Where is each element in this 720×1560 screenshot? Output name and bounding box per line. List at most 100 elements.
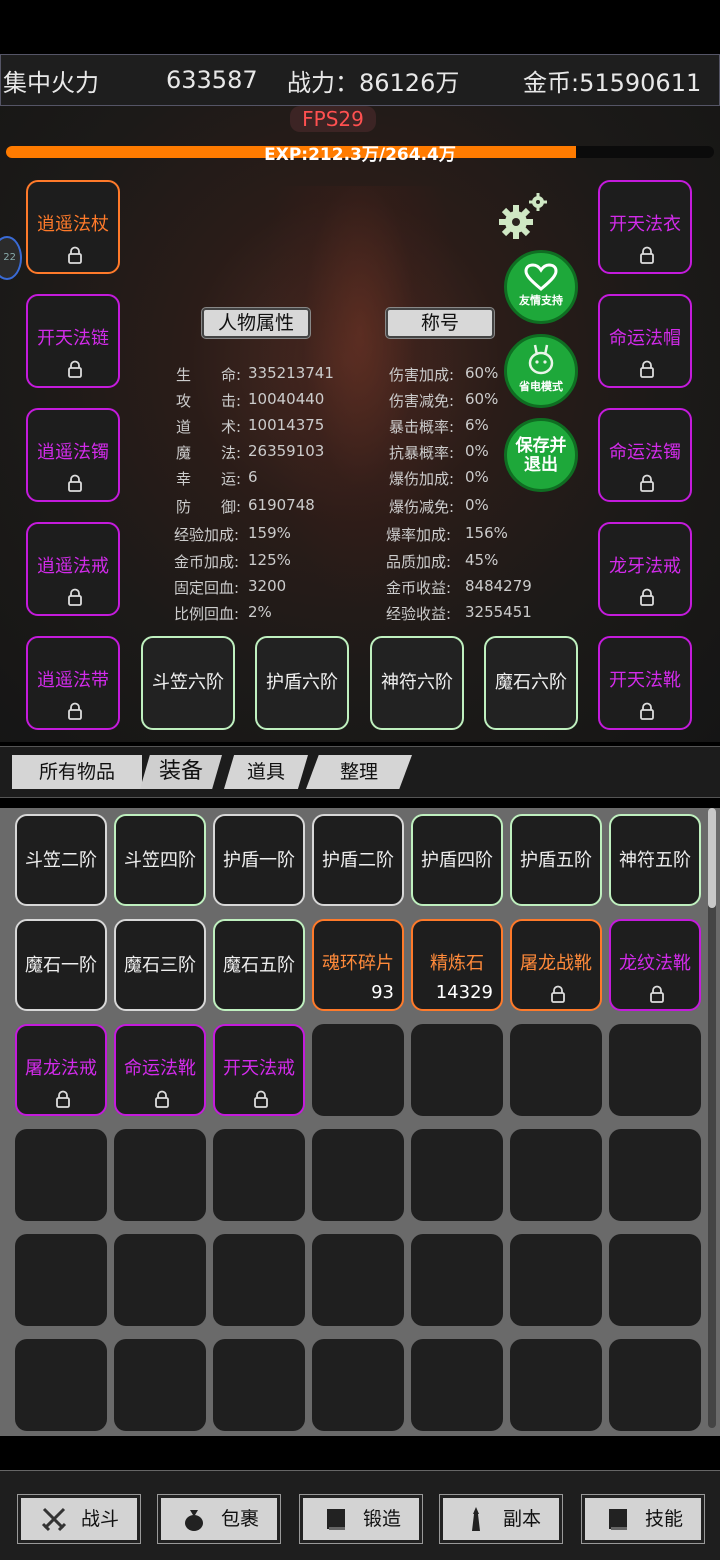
equip-slot-left-4[interactable]: 逍遥法戒 — [26, 522, 120, 616]
inventory-item[interactable]: 魔石五阶 — [213, 919, 305, 1011]
tab-sort[interactable]: 整理 — [306, 755, 412, 789]
inventory-empty-slot[interactable] — [411, 1129, 503, 1221]
stat-key: 暴击概率: — [389, 418, 455, 436]
equip-slot-right-5[interactable]: 开天法靴 — [598, 636, 692, 730]
slot-label: 龙牙法戒 — [609, 556, 681, 577]
settings-gear-icon[interactable] — [494, 190, 550, 246]
nav-battle-button[interactable]: 战斗 — [18, 1495, 140, 1543]
slot-label: 开天法靴 — [609, 670, 681, 691]
inventory-item[interactable]: 斗笠二阶 — [15, 814, 107, 906]
inventory-item[interactable]: 魔石三阶 — [114, 919, 206, 1011]
slot-label: 开天法链 — [37, 328, 109, 349]
inventory-item[interactable]: 斗笠四阶 — [114, 814, 206, 906]
inventory-empty-slot[interactable] — [114, 1234, 206, 1326]
inventory-empty-slot[interactable] — [15, 1234, 107, 1326]
nav-forge-button[interactable]: 锻造 — [300, 1495, 422, 1543]
nav-skills-button[interactable]: 技能 — [582, 1495, 704, 1543]
equip-slot-bottom-1[interactable]: 斗笠六阶 — [141, 636, 235, 730]
inventory-empty-slot[interactable] — [510, 1024, 602, 1116]
lock-icon — [68, 360, 82, 378]
side-badge[interactable]: 22 — [0, 236, 22, 280]
inventory-empty-slot[interactable] — [411, 1234, 503, 1326]
inventory-item[interactable]: 护盾四阶 — [411, 814, 503, 906]
inventory-item[interactable]: 魂环碎片 93 — [312, 919, 404, 1011]
inventory-item[interactable]: 龙纹法靴 — [609, 919, 701, 1011]
inventory-item[interactable]: 魔石一阶 — [15, 919, 107, 1011]
equip-slot-right-4[interactable]: 龙牙法戒 — [598, 522, 692, 616]
stat-row: 比例回血: 2% — [174, 603, 272, 624]
tab-all-items[interactable]: 所有物品 — [12, 755, 142, 789]
scrollbar-thumb[interactable] — [708, 808, 716, 908]
inventory-empty-slot[interactable] — [510, 1339, 602, 1431]
equip-slot-bottom-4[interactable]: 魔石六阶 — [484, 636, 578, 730]
item-label: 魔石三阶 — [124, 955, 196, 976]
stat-row: 幸 运: 6 — [176, 468, 258, 489]
inventory-empty-slot[interactable] — [609, 1234, 701, 1326]
equip-slot-left-5[interactable]: 逍遥法带 — [26, 636, 120, 730]
save-exit-button[interactable]: 保存并 退出 — [504, 418, 578, 492]
equip-slot-left-1[interactable]: 逍遥法杖 — [26, 180, 120, 274]
inventory-scrollbar[interactable] — [708, 808, 716, 1428]
attack-mode[interactable]: 集中火力 — [3, 63, 99, 98]
equip-slot-left-3[interactable]: 逍遥法镯 — [26, 408, 120, 502]
tab-props[interactable]: 道具 — [224, 755, 308, 789]
tab-title[interactable]: 称号 — [386, 308, 494, 338]
inventory-empty-slot[interactable] — [510, 1129, 602, 1221]
inventory-empty-slot[interactable] — [609, 1339, 701, 1431]
inventory-empty-slot[interactable] — [114, 1129, 206, 1221]
stat-key: 生 命: — [176, 366, 242, 384]
equip-slot-left-2[interactable]: 开天法链 — [26, 294, 120, 388]
tab-character-attributes[interactable]: 人物属性 — [202, 308, 310, 338]
inventory-item[interactable]: 命运法靴 — [114, 1024, 206, 1116]
item-label: 魔石一阶 — [25, 955, 97, 976]
stat-key: 品质加成: — [386, 553, 452, 571]
inventory-empty-slot[interactable] — [213, 1129, 305, 1221]
power-save-button[interactable]: 省电模式 — [504, 334, 578, 408]
stat-value: 0% — [465, 442, 489, 460]
inventory-empty-slot[interactable] — [15, 1339, 107, 1431]
inventory-item[interactable]: 护盾五阶 — [510, 814, 602, 906]
lock-icon — [68, 474, 82, 492]
inventory-item[interactable]: 神符五阶 — [609, 814, 701, 906]
inventory-item[interactable]: 屠龙法戒 — [15, 1024, 107, 1116]
inventory-empty-slot[interactable] — [609, 1024, 701, 1116]
inventory-empty-slot[interactable] — [114, 1339, 206, 1431]
inventory-empty-slot[interactable] — [312, 1339, 404, 1431]
inventory-empty-slot[interactable] — [312, 1234, 404, 1326]
inventory-grid: 斗笠二阶 斗笠四阶 护盾一阶 护盾二阶 护盾四阶 护盾五阶 神符五阶魔石一阶 魔石三阶 魔石五阶… — [0, 808, 720, 1436]
lock-icon — [68, 702, 82, 720]
inventory-item[interactable]: 护盾一阶 — [213, 814, 305, 906]
inventory-empty-slot[interactable] — [312, 1129, 404, 1221]
nav-bag-button[interactable]: 包裹 — [158, 1495, 280, 1543]
inventory-item[interactable]: 屠龙战靴 — [510, 919, 602, 1011]
inventory-empty-slot[interactable] — [609, 1129, 701, 1221]
equip-slot-right-1[interactable]: 开天法衣 — [598, 180, 692, 274]
book-icon — [327, 1509, 345, 1530]
inventory-item[interactable]: 开天法戒 — [213, 1024, 305, 1116]
inventory-empty-slot[interactable] — [411, 1024, 503, 1116]
stat-key: 金币收益: — [386, 579, 452, 597]
mode-value: 633587 — [166, 66, 258, 94]
inventory-empty-slot[interactable] — [213, 1339, 305, 1431]
inventory-empty-slot[interactable] — [213, 1234, 305, 1326]
equip-slot-right-3[interactable]: 命运法镯 — [598, 408, 692, 502]
lock-icon — [640, 474, 654, 492]
inventory-empty-slot[interactable] — [510, 1234, 602, 1326]
equip-slot-bottom-3[interactable]: 神符六阶 — [370, 636, 464, 730]
inventory-item[interactable]: 精炼石 14329 — [411, 919, 503, 1011]
inventory-item[interactable]: 护盾二阶 — [312, 814, 404, 906]
inventory-empty-slot[interactable] — [411, 1339, 503, 1431]
stat-row: 经验加成: 159% — [174, 524, 291, 545]
lock-icon — [640, 588, 654, 606]
equip-slot-right-2[interactable]: 命运法帽 — [598, 294, 692, 388]
stat-key: 魔 法: — [176, 444, 242, 462]
nav-dungeon-button[interactable]: 副本 — [440, 1495, 562, 1543]
lock-icon — [640, 360, 654, 378]
item-label: 斗笠四阶 — [124, 850, 196, 871]
inventory-empty-slot[interactable] — [15, 1129, 107, 1221]
inventory-empty-slot[interactable] — [312, 1024, 404, 1116]
tab-equipment[interactable]: 装备 — [140, 755, 222, 789]
support-button[interactable]: 友情支持 — [504, 250, 578, 324]
equip-slot-bottom-2[interactable]: 护盾六阶 — [255, 636, 349, 730]
stat-row: 生 命: 335213741 — [176, 364, 334, 385]
